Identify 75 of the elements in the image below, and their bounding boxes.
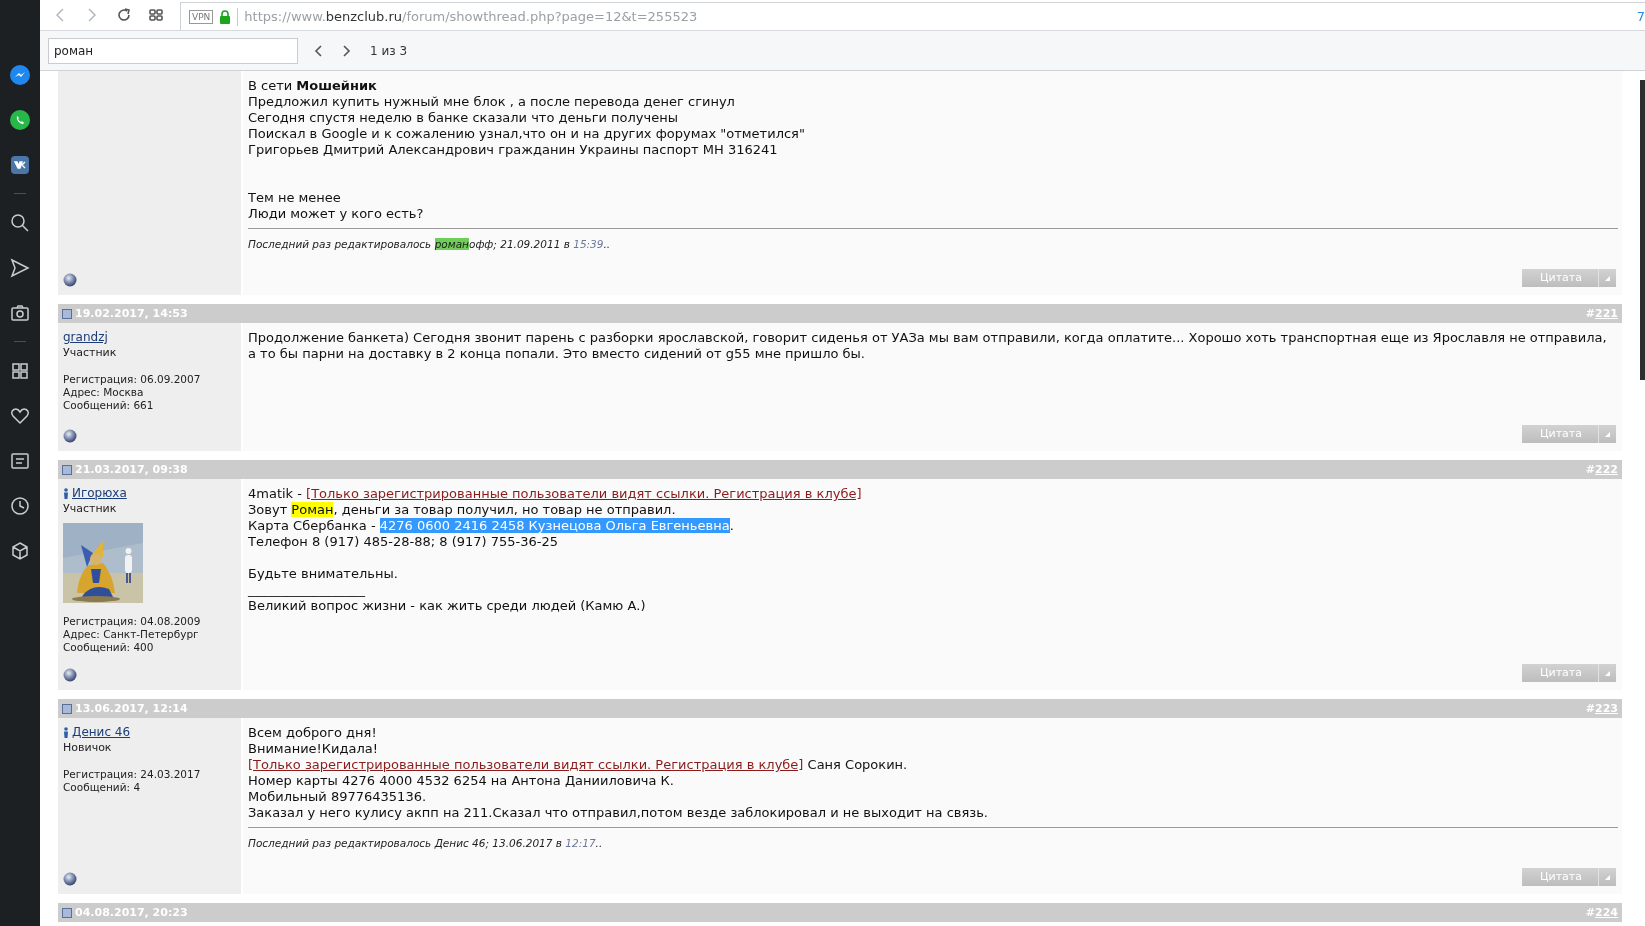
user-rank: Новичок	[63, 740, 112, 756]
caret-icon	[1605, 275, 1610, 281]
post-icon	[62, 308, 72, 319]
post-text: Продолжение банкета) Сегодня звонит парень с разборки ярославской, говорит сиденья от УАЗа мы вам отправили, когда оплатите... Хорошо хоть транспортная еще из Ярославля не отправила, а то бы парни на доставку в 2 конца попали. Это вместо сидений от g55 мне пришло бы.	[248, 330, 1608, 362]
send-icon[interactable]	[10, 257, 30, 278]
hash-mark: #	[1585, 906, 1596, 919]
post-text: [Только зарегистрированные пользователи видят ссылки. Регистрация в клубе] Саня Сорокин.	[248, 757, 909, 773]
post-text: Люди может у кого есть?	[248, 206, 425, 222]
hash-mark: #	[1585, 463, 1596, 476]
news-icon[interactable]	[10, 450, 30, 471]
status-icon	[63, 429, 77, 443]
caret-icon	[1605, 431, 1610, 437]
post-text: Всем доброго дня!	[248, 725, 378, 741]
hash-mark: #	[1585, 307, 1596, 320]
toolbar-text: 7	[1636, 9, 1645, 24]
reload-icon[interactable]	[116, 7, 132, 23]
chat-bubble-icon[interactable]	[10, 64, 30, 85]
user-info: Регистрация: 04.08.2009	[63, 615, 201, 628]
app-tile-icon[interactable]	[10, 154, 30, 175]
post-text: Зовут Роман, деньги за товар получил, но товар не отправил.	[248, 502, 677, 518]
post-text: Номер карты 4276 4000 4532 6254 на Антона Данииловича К.	[248, 773, 675, 789]
post-text: Внимание!Кидала!	[248, 741, 379, 757]
address-field[interactable]: VPN https://www.benzclub.ru/forum/showthread.php?page=12&t=255523 7	[180, 1, 1645, 31]
post-text: Предложил купить нужный мне блок , а после перевода денег сгинул	[248, 94, 736, 110]
user-info: Регистрация: 06.09.2007	[63, 373, 201, 386]
post-text: 4matik - [Только зарегистрированные пользователи видят ссылки. Регистрация в клубе]	[248, 486, 863, 502]
grid-icon[interactable]	[10, 360, 30, 381]
user-rank: Участник	[63, 501, 117, 517]
match-counter: 1 из 3	[370, 43, 408, 58]
status-icon	[63, 273, 77, 287]
post-icon	[62, 464, 72, 475]
user-info: Адрес: Санкт-Петербург	[63, 628, 200, 641]
scrollbar-thumb[interactable]	[1640, 80, 1645, 380]
link[interactable]: [Только зарегистрированные пользователи видят ссылки. Регистрация в клубе]	[248, 757, 804, 772]
cube-icon[interactable]	[10, 540, 30, 561]
phone-bubble-icon[interactable]	[10, 109, 30, 130]
status-icon	[63, 872, 77, 886]
post-text: Поискал в Google и к сожалению узнал,что он и на других форумах "отметился"	[248, 126, 806, 142]
user-info: Регистрация: 24.03.2017	[63, 768, 201, 781]
post-text: Григорьев Дмитрий Александрович гражданин Украины паспорт МН 316241	[248, 142, 779, 158]
camera-icon[interactable]	[10, 302, 30, 323]
post-text: Мобильный 89776435136.	[248, 789, 428, 805]
caret-icon	[1605, 670, 1610, 676]
post-text: Карта Сбербанка - 4276 0600 2416 2458 Кузнецова Ольга Евгеньевна.	[248, 518, 735, 534]
vpn-badge[interactable]: VPN	[189, 9, 214, 24]
post-text: Заказал у него кулису акпп на 211.Сказал что отправил,потом везде заблокировал и не выходит на связь.	[248, 805, 989, 821]
link[interactable]: [Только зарегистрированные пользователи видят ссылки. Регистрация в клубе]	[306, 486, 862, 501]
post-text: Сегодня спустя неделю в банке сказали что деньги получены	[248, 110, 679, 126]
search-icon[interactable]	[10, 212, 30, 233]
lock-icon	[219, 9, 232, 24]
user-info: Сообщений: 400	[63, 641, 155, 654]
post-icon	[62, 703, 72, 714]
username-link[interactable]: Игорюха	[72, 486, 127, 501]
find-field[interactable]: роман	[48, 37, 298, 64]
clock-icon[interactable]	[10, 495, 30, 516]
username-link[interactable]: Денис 46	[72, 725, 131, 740]
grid-icon[interactable]	[148, 7, 164, 23]
post-text: Будьте внимательны.	[248, 566, 399, 582]
status-icon	[63, 668, 77, 682]
post-text: Великий вопрос жизни - как жить среди людей (Камю А.)	[248, 598, 647, 614]
post-text: __________________	[248, 582, 366, 598]
caret-icon	[1605, 874, 1610, 880]
user-rank: Участник	[63, 345, 117, 361]
post-icon	[62, 907, 72, 918]
post-text: Тем не менее	[248, 190, 342, 206]
username-link[interactable]: grandzj	[63, 330, 108, 345]
user-info: Адрес: Москва	[63, 386, 145, 399]
user-info: Сообщений: 661	[63, 399, 155, 412]
post-text: Телефон 8 (917) 485-28-88; 8 (917) 755-36-25	[248, 534, 559, 550]
hash-mark: #	[1585, 702, 1596, 715]
edit-note: Последний раз редактировалось Денис 46; 13.06.2017 в 12:17..	[248, 836, 604, 850]
address-text[interactable]: https://www.benzclub.ru/forum/showthread.php?page=12&t=255523	[244, 9, 698, 24]
user-info: Сообщений: 4	[63, 781, 142, 794]
heart-icon[interactable]	[10, 405, 30, 426]
post-text: В сети Мошейник	[248, 78, 378, 94]
